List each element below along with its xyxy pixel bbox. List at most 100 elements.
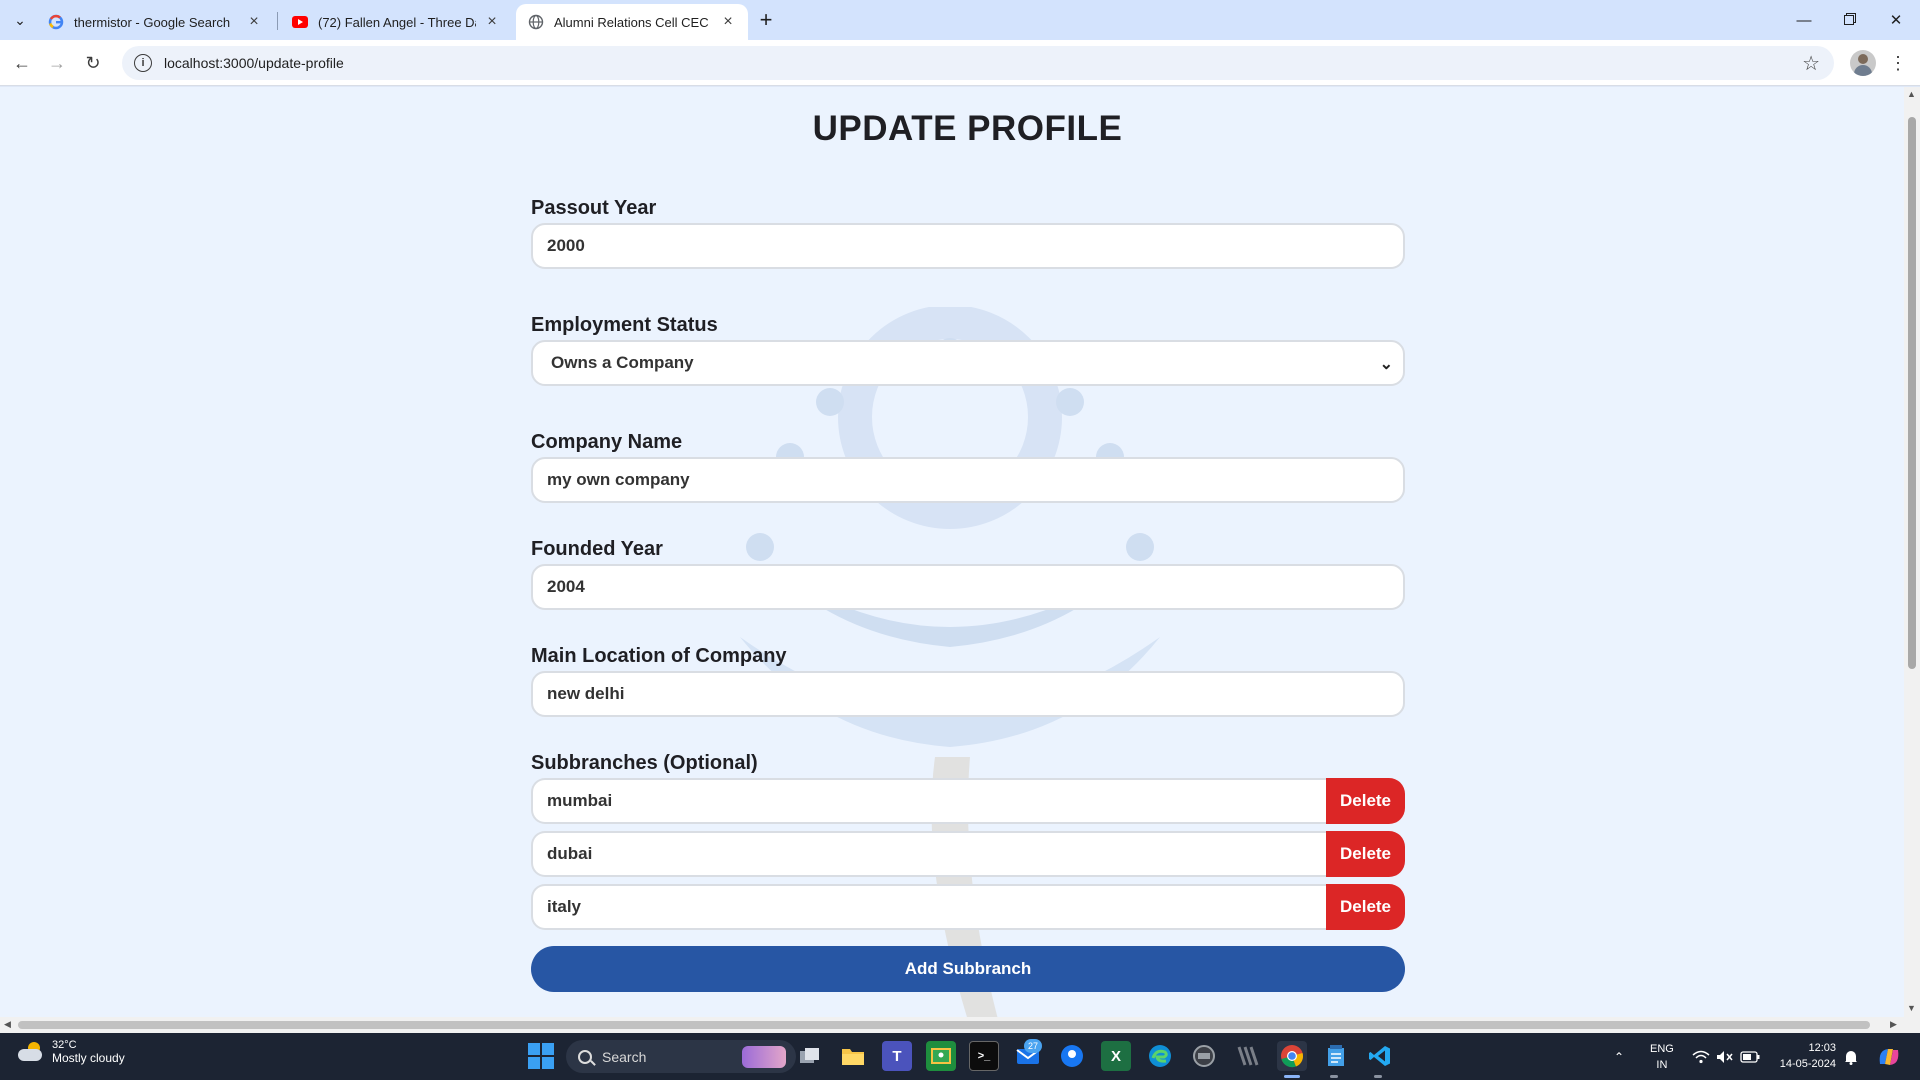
new-tab-button[interactable]: + <box>752 6 780 34</box>
tab-search-button[interactable]: ⌄ <box>6 6 34 34</box>
subbranches-label: Subbranches (Optional) <box>531 752 758 774</box>
close-icon[interactable]: × <box>482 12 502 32</box>
close-icon[interactable]: × <box>244 12 264 32</box>
scroll-left-arrow-icon[interactable]: ◀ <box>4 1019 11 1030</box>
tab-title: Alumni Relations Cell CEC <box>554 14 709 30</box>
minimize-button[interactable]: — <box>1781 0 1827 40</box>
subbranch-input[interactable]: mumbai <box>531 778 1331 824</box>
passout-year-input[interactable]: 2000 <box>531 223 1405 269</box>
terminal-icon[interactable]: >_ <box>969 1041 999 1071</box>
battery-icon[interactable] <box>1740 1033 1760 1080</box>
search-icon <box>578 1049 592 1064</box>
chrome-icon[interactable] <box>1277 1041 1307 1071</box>
delete-subbranch-button[interactable]: Delete <box>1326 884 1405 930</box>
subbranch-input[interactable]: dubai <box>531 831 1331 877</box>
clock-time: 12:03 <box>1808 1042 1836 1054</box>
delete-subbranch-button[interactable]: Delete <box>1326 778 1405 824</box>
search-highlight-icon <box>742 1045 786 1068</box>
tab-strip: ⌄ thermistor - Google Search × (72) Fall… <box>0 0 1920 40</box>
file-explorer-icon[interactable] <box>838 1041 868 1071</box>
vertical-scroll-thumb[interactable] <box>1908 117 1916 669</box>
vertical-scrollbar[interactable]: ▲ ▼ <box>1904 87 1920 1017</box>
restore-button[interactable] <box>1827 0 1873 40</box>
arrow-right-icon: → <box>48 52 66 73</box>
tab-google-search[interactable]: thermistor - Google Search × <box>36 4 274 40</box>
scroll-down-arrow-icon[interactable]: ▼ <box>1907 1003 1916 1013</box>
notepad-icon[interactable] <box>1321 1041 1351 1071</box>
close-icon[interactable]: × <box>718 12 738 32</box>
scroll-up-arrow-icon[interactable]: ▲ <box>1907 89 1916 99</box>
url-text: localhost:3000/update-profile <box>164 55 344 71</box>
chevron-up-icon: ⌃ <box>1614 1049 1625 1064</box>
app-icon[interactable] <box>1233 1041 1263 1071</box>
arrow-left-icon: ← <box>13 52 31 73</box>
youtube-icon <box>292 14 308 30</box>
reload-icon: ↻ <box>85 52 101 73</box>
language-indicator[interactable]: ENG IN <box>1650 1033 1674 1080</box>
main-location-label: Main Location of Company <box>531 645 787 667</box>
taskbar-search[interactable]: Search <box>566 1040 796 1073</box>
subbranch-input[interactable]: italy <box>531 884 1331 930</box>
scroll-right-arrow-icon[interactable]: ▶ <box>1890 1019 1897 1030</box>
classroom-icon[interactable] <box>926 1041 956 1071</box>
copilot-icon[interactable] <box>1876 1033 1902 1080</box>
reload-button[interactable]: ↻ <box>77 47 109 79</box>
company-name-label: Company Name <box>531 431 683 453</box>
passout-year-label: Passout Year <box>531 197 657 219</box>
tab-youtube[interactable]: (72) Fallen Angel - Three Days Grace × <box>280 4 512 40</box>
mail-badge: 27 <box>1024 1039 1042 1053</box>
messenger-icon[interactable] <box>1057 1041 1087 1071</box>
notification-bell-icon[interactable] <box>1844 1033 1858 1080</box>
main-location-input[interactable]: new delhi <box>531 671 1405 717</box>
partly-cloudy-icon <box>16 1042 44 1062</box>
address-bar[interactable]: i localhost:3000/update-profile ☆ <box>122 46 1834 80</box>
google-icon <box>48 14 64 30</box>
delete-subbranch-button[interactable]: Delete <box>1326 831 1405 877</box>
excel-icon[interactable]: X <box>1101 1041 1131 1071</box>
employment-status-label: Employment Status <box>531 314 718 336</box>
system-clock[interactable]: 12:03 14-05-2024 <box>1776 1040 1836 1072</box>
chevron-down-icon: ⌄ <box>14 11 26 28</box>
founded-year-input[interactable]: 2004 <box>531 564 1405 610</box>
language-line2: IN <box>1656 1058 1668 1071</box>
chevron-down-icon: ⌄ <box>1379 356 1393 373</box>
wifi-icon[interactable] <box>1692 1033 1710 1080</box>
notepad-running-indicator <box>1330 1075 1338 1078</box>
restore-icon <box>1844 12 1856 29</box>
add-subbranch-button[interactable]: Add Subbranch <box>531 946 1405 992</box>
weather-temp: 32°C <box>52 1039 77 1051</box>
tab-title: thermistor - Google Search <box>74 14 231 30</box>
plus-icon: + <box>759 7 773 32</box>
horizontal-scrollbar[interactable]: ◀ ▶ <box>0 1017 1920 1033</box>
tab-alumni-relations[interactable]: Alumni Relations Cell CEC × <box>516 4 748 40</box>
close-window-button[interactable]: ✕ <box>1873 0 1919 40</box>
vscode-icon[interactable] <box>1365 1041 1395 1071</box>
forward-button[interactable]: → <box>41 47 73 79</box>
site-info-icon[interactable]: i <box>134 54 152 72</box>
tab-title: (72) Fallen Angel - Three Days Grace <box>318 14 476 30</box>
windows-start-icon[interactable] <box>526 1041 556 1071</box>
vscode-running-indicator <box>1374 1075 1382 1078</box>
subbranch-row: dubai Delete <box>531 831 1405 877</box>
bookmark-star-icon[interactable]: ☆ <box>1802 51 1820 76</box>
weather-widget[interactable]: 32°C Mostly cloudy <box>16 1039 125 1065</box>
volume-muted-icon[interactable] <box>1716 1033 1734 1080</box>
task-view-icon[interactable] <box>795 1041 825 1071</box>
dev-tool-icon[interactable] <box>1189 1041 1219 1071</box>
company-name-input[interactable]: my own company <box>531 457 1405 503</box>
teams-icon[interactable]: T <box>882 1041 912 1071</box>
taskbar-search-label: Search <box>602 1048 647 1065</box>
show-hidden-icons[interactable]: ⌃ <box>1614 1033 1624 1080</box>
edge-icon[interactable] <box>1145 1041 1175 1071</box>
subbranch-row: italy Delete <box>531 884 1405 930</box>
minimize-icon: — <box>1796 11 1812 29</box>
close-icon: ✕ <box>1889 12 1903 29</box>
back-button[interactable]: ← <box>6 47 38 79</box>
language-line1: ENG <box>1650 1042 1674 1055</box>
employment-status-select[interactable]: Owns a Company ⌄ <box>531 340 1405 386</box>
browser-menu-icon[interactable]: ⋮ <box>1886 49 1910 77</box>
globe-icon <box>528 14 544 30</box>
horizontal-scroll-thumb[interactable] <box>18 1021 1870 1029</box>
page-viewport: UPDATE PROFILE Passout Year 2000 Employm… <box>0 87 1904 1017</box>
profile-avatar[interactable] <box>1850 50 1876 76</box>
